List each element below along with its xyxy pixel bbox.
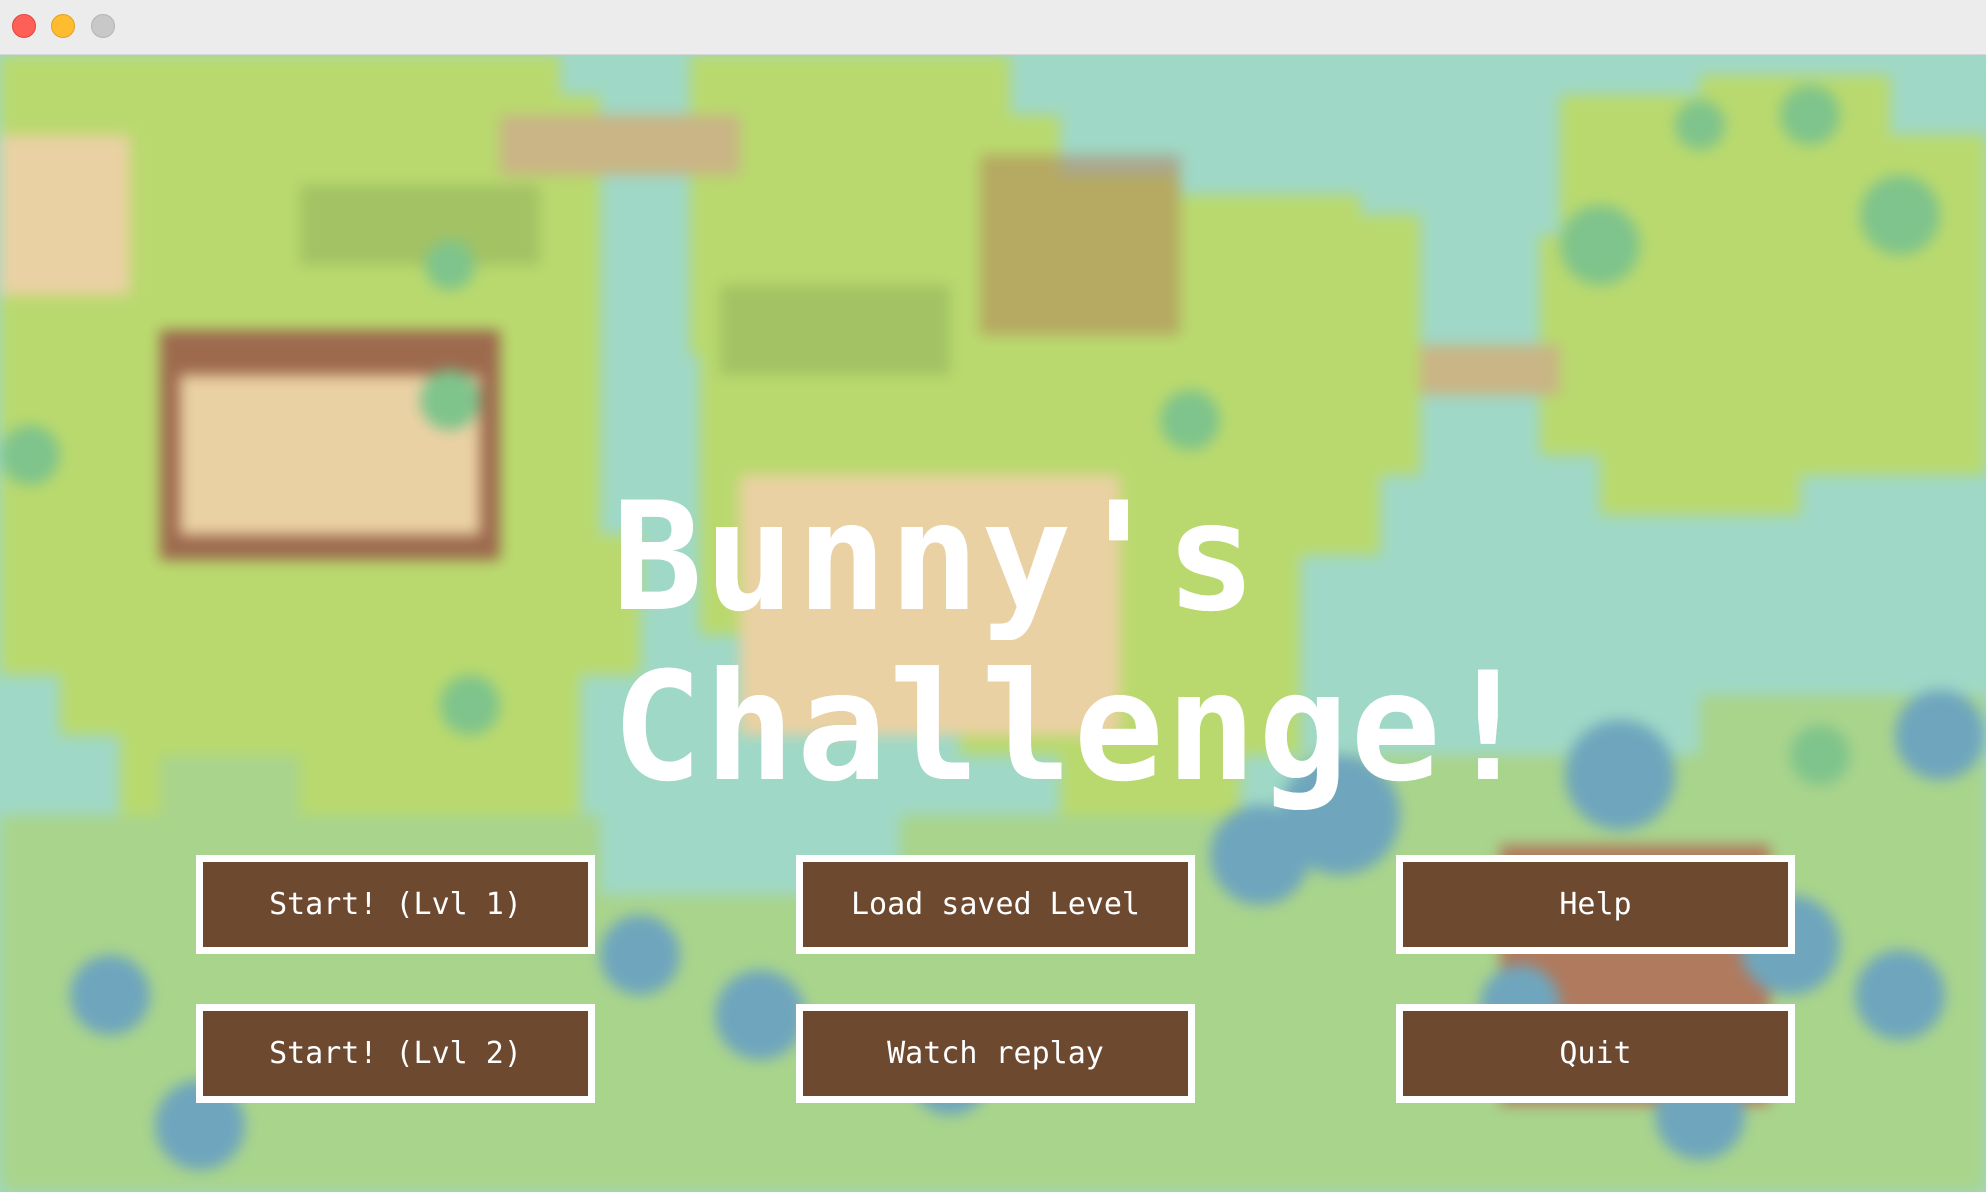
minimize-window-button[interactable] [51, 14, 75, 38]
help-button[interactable]: Help [1396, 855, 1795, 954]
watch-replay-button[interactable]: Watch replay [796, 1004, 1195, 1103]
game-window: Bunny's Challenge! Start! (Lvl 1) Load s… [0, 0, 1986, 1192]
window-titlebar [0, 0, 1986, 55]
game-title: Bunny's Challenge! [612, 471, 1536, 815]
start-level-1-button[interactable]: Start! (Lvl 1) [196, 855, 595, 954]
game-canvas: Bunny's Challenge! Start! (Lvl 1) Load s… [0, 55, 1986, 1192]
start-level-2-button[interactable]: Start! (Lvl 2) [196, 1004, 595, 1103]
quit-button[interactable]: Quit [1396, 1004, 1795, 1103]
maximize-window-button[interactable] [91, 14, 115, 38]
load-saved-level-button[interactable]: Load saved Level [796, 855, 1195, 954]
close-window-button[interactable] [12, 14, 36, 38]
